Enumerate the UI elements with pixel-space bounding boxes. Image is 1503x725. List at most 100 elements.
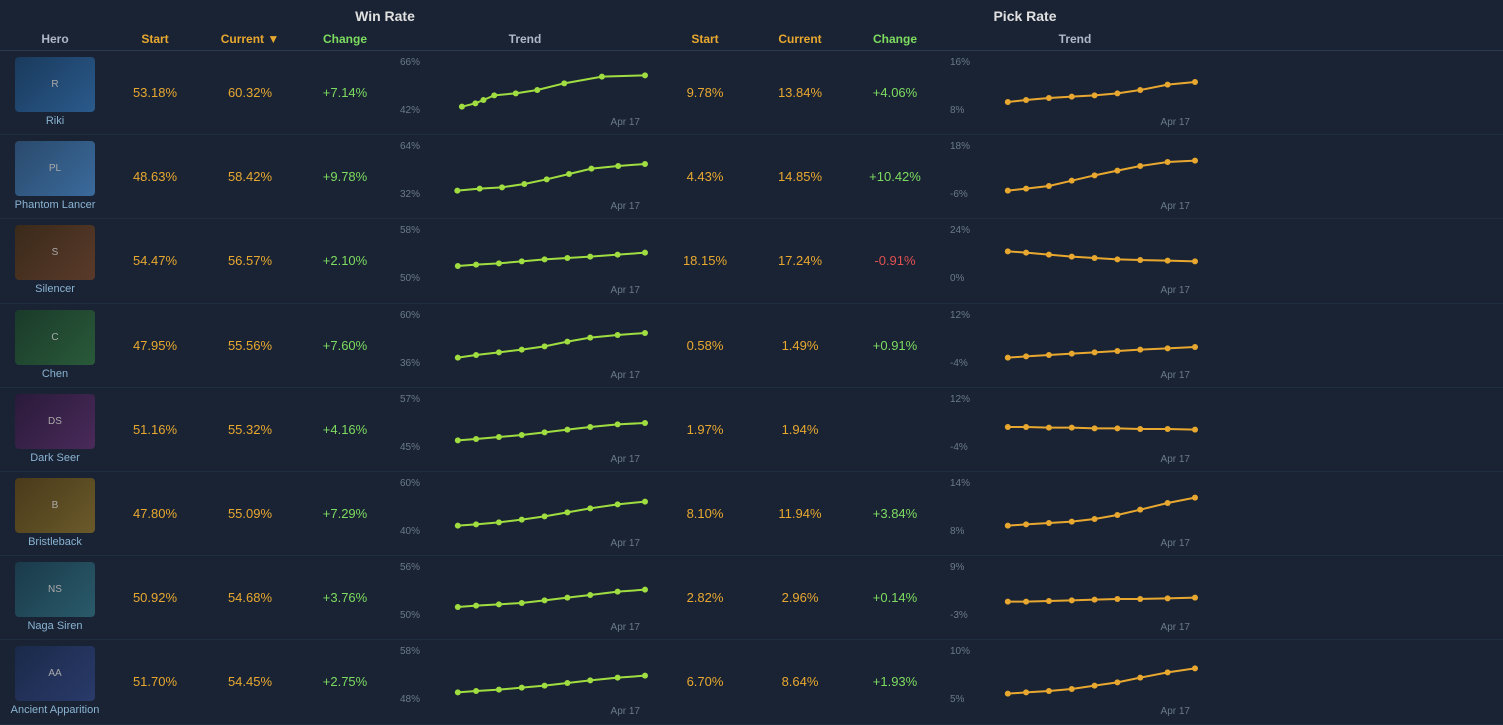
win-current-phantom-lancer: 58.42% [200,169,300,184]
pick-start-naga-siren: 2.82% [660,590,750,605]
win-start-naga-siren: 50.92% [110,590,200,605]
pick-change-naga-siren: +0.14% [850,590,940,605]
pick-current-bristleback: 11.94% [750,506,850,521]
win-current-silencer: 56.57% [200,253,300,268]
pick-trend-phantom-lancer: 18% -6% Apr 17 [940,139,1210,214]
pick-current-riki: 13.84% [750,85,850,100]
pick-current-silencer: 17.24% [750,253,850,268]
table-row: C Chen 47.95% 55.56% +7.60% 60% 36% Apr … [0,304,1503,388]
win-trend-dark-seer: 57% 45% Apr 17 [390,392,660,467]
win-current-bristleback: 55.09% [200,506,300,521]
table-row: R Riki 53.18% 60.32% +7.14% 66% 42% Apr … [0,51,1503,135]
win-change-dark-seer: +4.16% [300,422,390,437]
hero-cell-dark-seer[interactable]: DS Dark Seer [0,388,110,471]
hero-avatar-naga-siren: NS [15,562,95,617]
win-trend-riki: 66% 42% Apr 17 [390,55,660,130]
pick-trend-ancient-apparition: 10% 5% Apr 17 [940,644,1210,719]
win-trend-naga-siren: 56% 50% Apr 17 [390,560,660,635]
win-trend-ancient-apparition: 58% 48% Apr 17 [390,644,660,719]
win-current-header[interactable]: Current ▼ [200,32,300,46]
pick-start-phantom-lancer: 4.43% [660,169,750,184]
pick-start-silencer: 18.15% [660,253,750,268]
win-trend-bristleback: 60% 40% Apr 17 [390,476,660,551]
hero-col-header: Hero [0,32,110,46]
pick-trend-riki: 16% 8% Apr 17 [940,55,1210,130]
column-headers: Hero Start Current ▼ Change Trend Start … [0,28,1503,51]
win-trend-header: Trend [390,32,660,46]
win-change-riki: +7.14% [300,85,390,100]
pick-trend-naga-siren: 9% -3% Apr 17 [940,560,1210,635]
hero-name-naga-siren: Naga Siren [27,620,82,633]
pick-start-ancient-apparition: 6.70% [660,674,750,689]
hero-name-riki: Riki [46,115,64,128]
pick-start-header: Start [660,32,750,46]
hero-avatar-phantom-lancer: PL [15,141,95,196]
win-change-bristleback: +7.29% [300,506,390,521]
divider-spacer [660,8,670,24]
pick-change-ancient-apparition: +1.93% [850,674,940,689]
hero-name-bristleback: Bristleback [28,536,82,549]
win-trend-phantom-lancer: 64% 32% Apr 17 [390,139,660,214]
hero-avatar-silencer: S [15,225,95,280]
hero-cell-silencer[interactable]: S Silencer [0,219,110,302]
win-start-riki: 53.18% [110,85,200,100]
pick-start-dark-seer: 1.97% [660,422,750,437]
pick-start-bristleback: 8.10% [660,506,750,521]
hero-cell-riki[interactable]: R Riki [0,51,110,134]
pick-current-header: Current [750,32,850,46]
win-trend-silencer: 58% 50% Apr 17 [390,223,660,298]
hero-cell-ancient-apparition[interactable]: AA Ancient Apparition [0,640,110,723]
win-change-silencer: +2.10% [300,253,390,268]
hero-avatar-riki: R [15,57,95,112]
hero-cell-chen[interactable]: C Chen [0,304,110,387]
win-change-naga-siren: +3.76% [300,590,390,605]
hero-cell-phantom-lancer[interactable]: PL Phantom Lancer [0,135,110,218]
pick-current-dark-seer: 1.94% [750,422,850,437]
table-row: AA Ancient Apparition 51.70% 54.45% +2.7… [0,640,1503,724]
hero-cell-naga-siren[interactable]: NS Naga Siren [0,556,110,639]
pick-start-chen: 0.58% [660,338,750,353]
table-row: B Bristleback 47.80% 55.09% +7.29% 60% 4… [0,472,1503,556]
win-current-dark-seer: 55.32% [200,422,300,437]
pick-change-header: Change [850,32,940,46]
table-row: S Silencer 54.47% 56.57% +2.10% 58% 50% … [0,219,1503,303]
hero-col-spacer [0,8,110,24]
hero-name-ancient-apparition: Ancient Apparition [11,704,100,717]
main-table: Win Rate Pick Rate Hero Start Current ▼ … [0,0,1503,725]
hero-avatar-ancient-apparition: AA [15,646,95,701]
win-current-ancient-apparition: 54.45% [200,674,300,689]
pick-change-chen: +0.91% [850,338,940,353]
pick-change-bristleback: +3.84% [850,506,940,521]
pick-trend-bristleback: 14% 8% Apr 17 [940,476,1210,551]
section-headers: Win Rate Pick Rate [0,0,1503,28]
hero-name-dark-seer: Dark Seer [30,452,80,465]
pick-trend-silencer: 24% 0% Apr 17 [940,223,1210,298]
win-rate-section-header: Win Rate [110,8,660,24]
win-change-header: Change [300,32,390,46]
pick-start-riki: 9.78% [660,85,750,100]
pick-current-chen: 1.49% [750,338,850,353]
hero-name-phantom-lancer: Phantom Lancer [15,199,96,212]
win-change-phantom-lancer: +9.78% [300,169,390,184]
pick-change-phantom-lancer: +10.42% [850,169,940,184]
pick-current-ancient-apparition: 8.64% [750,674,850,689]
win-start-dark-seer: 51.16% [110,422,200,437]
pick-current-naga-siren: 2.96% [750,590,850,605]
win-trend-chen: 60% 36% Apr 17 [390,308,660,383]
hero-avatar-bristleback: B [15,478,95,533]
hero-cell-bristleback[interactable]: B Bristleback [0,472,110,555]
win-start-chen: 47.95% [110,338,200,353]
win-start-header: Start [110,32,200,46]
pick-change-riki: +4.06% [850,85,940,100]
pick-trend-chen: 12% -4% Apr 17 [940,308,1210,383]
hero-avatar-dark-seer: DS [15,394,95,449]
hero-name-silencer: Silencer [35,283,75,296]
table-row: PL Phantom Lancer 48.63% 58.42% +9.78% 6… [0,135,1503,219]
win-current-chen: 55.56% [200,338,300,353]
win-current-riki: 60.32% [200,85,300,100]
hero-name-chen: Chen [42,368,68,381]
win-change-chen: +7.60% [300,338,390,353]
win-current-naga-siren: 54.68% [200,590,300,605]
hero-avatar-chen: C [15,310,95,365]
pick-current-phantom-lancer: 14.85% [750,169,850,184]
